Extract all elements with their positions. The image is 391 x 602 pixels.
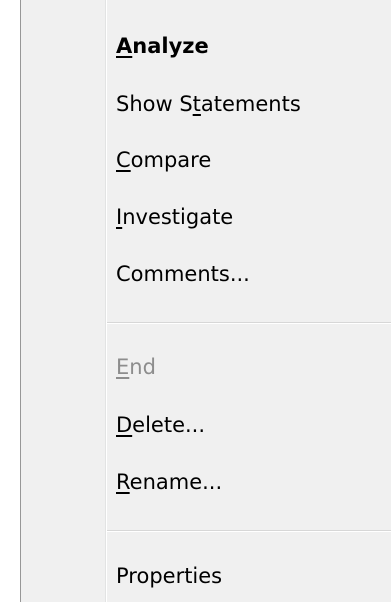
menu-separator [107,530,391,532]
menu-item-properties[interactable]: Properties [22,552,391,600]
menu-item-label-rest: nalyze [132,34,209,58]
menu-item-label: Show S [116,92,193,116]
menu-item-label: Properties [116,564,223,588]
menu-item-analyze[interactable]: Analyze [22,22,391,70]
mnemonic-letter: C [116,148,131,172]
menu-item-comments[interactable]: Comments... [22,250,391,298]
menu-item-investigate[interactable]: Investigate [22,193,391,241]
menu-item-end: End [22,343,391,391]
menu-item-delete[interactable]: Delete... [22,401,391,449]
mnemonic-letter: D [116,413,133,437]
menu-item-label-rest: ename... [129,470,223,494]
menu-item-rename[interactable]: Rename... [22,458,391,506]
mnemonic-letter: R [116,470,130,494]
context-menu: Analyze Show Statements Compare Investig… [20,0,391,602]
menu-separator [107,322,391,324]
menu-item-label-rest: nd [129,355,156,379]
menu-item-label-rest: nvestigate [122,205,234,229]
menu-item-label-rest: atements [200,92,301,116]
menu-item-show-statements[interactable]: Show Statements [22,80,391,128]
mnemonic-letter: t [192,92,201,116]
menu-item-label-rest: ompare [130,148,212,172]
menu-item-label-rest: elete... [132,413,206,437]
mnemonic-letter: A [116,34,133,58]
mnemonic-letter: E [116,355,130,379]
menu-item-compare[interactable]: Compare [22,136,391,184]
menu-item-label: Comments... [116,262,250,286]
